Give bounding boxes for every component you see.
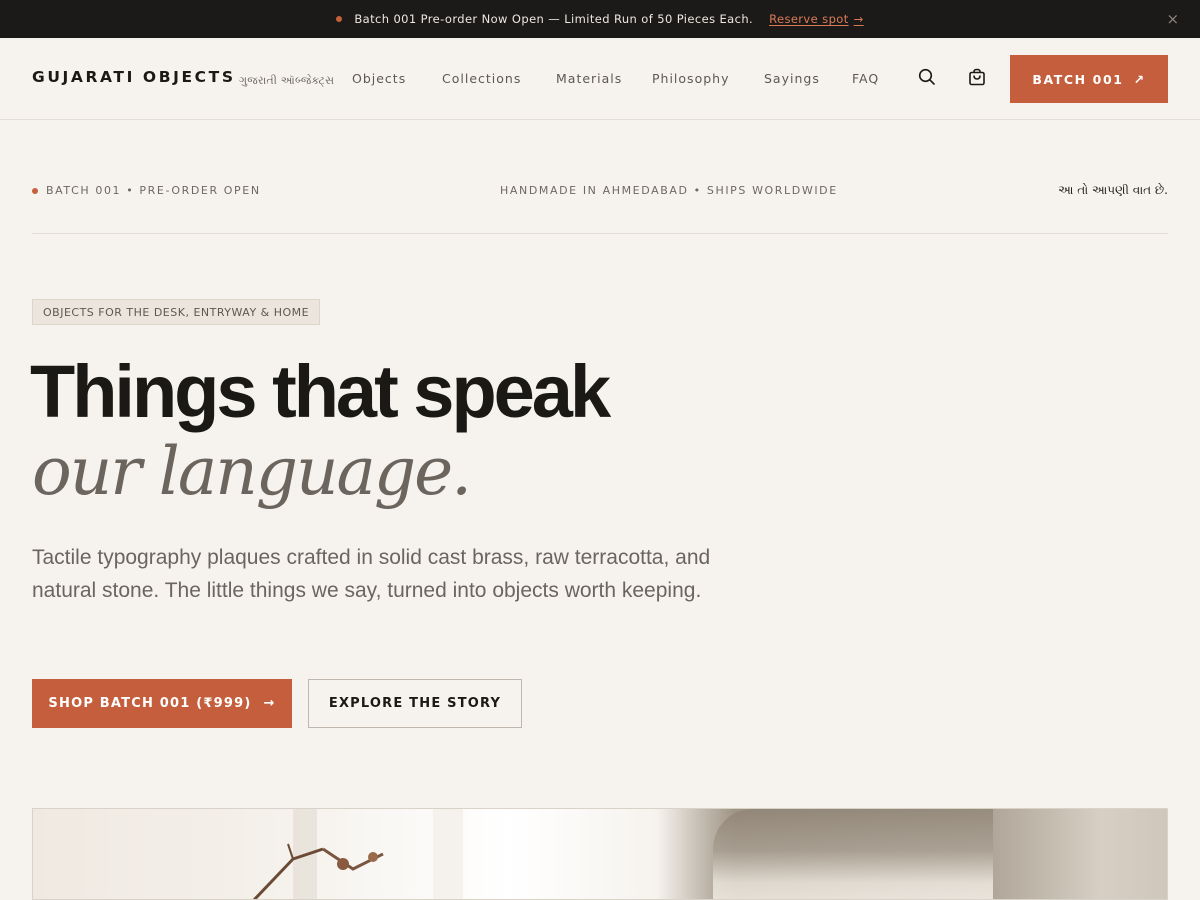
logo-subtitle: ગુજરાતી ઑબ્જેક્ટ્સ [239,74,335,87]
shipping-info: HANDMADE IN AHMEDABAD • SHIPS WORLDWIDE [500,184,838,197]
shop-batch-label: SHOP BATCH 001 (₹999) [48,696,252,711]
photo-cushion [993,809,1167,899]
nav-item-materials[interactable]: Materials [556,71,622,86]
shop-batch-button[interactable]: SHOP BATCH 001 (₹999) → [32,679,292,728]
nav-item-faq[interactable]: FAQ [852,71,879,86]
nav-item-philosophy[interactable]: Philosophy [652,71,729,86]
nav-item-objects[interactable]: Objects [352,71,406,86]
announcement-bar: Batch 001 Pre-order Now Open — Limited R… [0,0,1200,38]
meta-bar: BATCH 001 • PRE-ORDER OPEN HANDMADE IN A… [32,120,1168,234]
nav-item-sayings[interactable]: Sayings [764,71,820,86]
batch-001-button[interactable]: BATCH 001 ↗ [1010,55,1168,103]
announcement-text: Batch 001 Pre-order Now Open — Limited R… [354,12,754,26]
shopping-bag-icon[interactable] [967,67,987,87]
nav-item-collections[interactable]: Collections [442,71,521,86]
explore-story-button[interactable]: EXPLORE THE STORY [308,679,522,728]
search-icon[interactable] [917,67,937,87]
photo-window-light [433,809,463,899]
reserve-spot-link[interactable]: Reserve spot → [769,12,864,26]
reserve-spot-label: Reserve spot [769,12,849,26]
close-icon[interactable]: × [1164,10,1182,28]
site-header: GUJARATI OBJECTS ગુજરાતી ઑબ્જેક્ટ્સ Obje… [0,38,1200,120]
dried-branch-image [252,843,384,899]
hero-image [32,808,1168,900]
preorder-status: BATCH 001 • PRE-ORDER OPEN [32,184,261,197]
arrow-right-icon: → [263,696,276,711]
arrow-right-icon: → [853,12,864,26]
status-dot [32,187,38,194]
status-dot [336,16,343,22]
logo[interactable]: GUJARATI OBJECTS [32,68,236,86]
gujarati-tagline: આ તો આપણી વાત છે. [1058,183,1168,197]
hero-headline-italic: our language. [32,433,472,510]
preorder-status-text: BATCH 001 • PRE-ORDER OPEN [46,184,261,197]
hero-lead: Tactile typography plaques crafted in so… [32,546,711,602]
arrow-up-right-icon: ↗ [1133,71,1146,87]
category-tag: OBJECTS FOR THE DESK, ENTRYWAY & HOME [32,299,321,325]
batch-001-label: BATCH 001 [1032,71,1124,87]
hero-headline: Things that speak [30,350,611,433]
